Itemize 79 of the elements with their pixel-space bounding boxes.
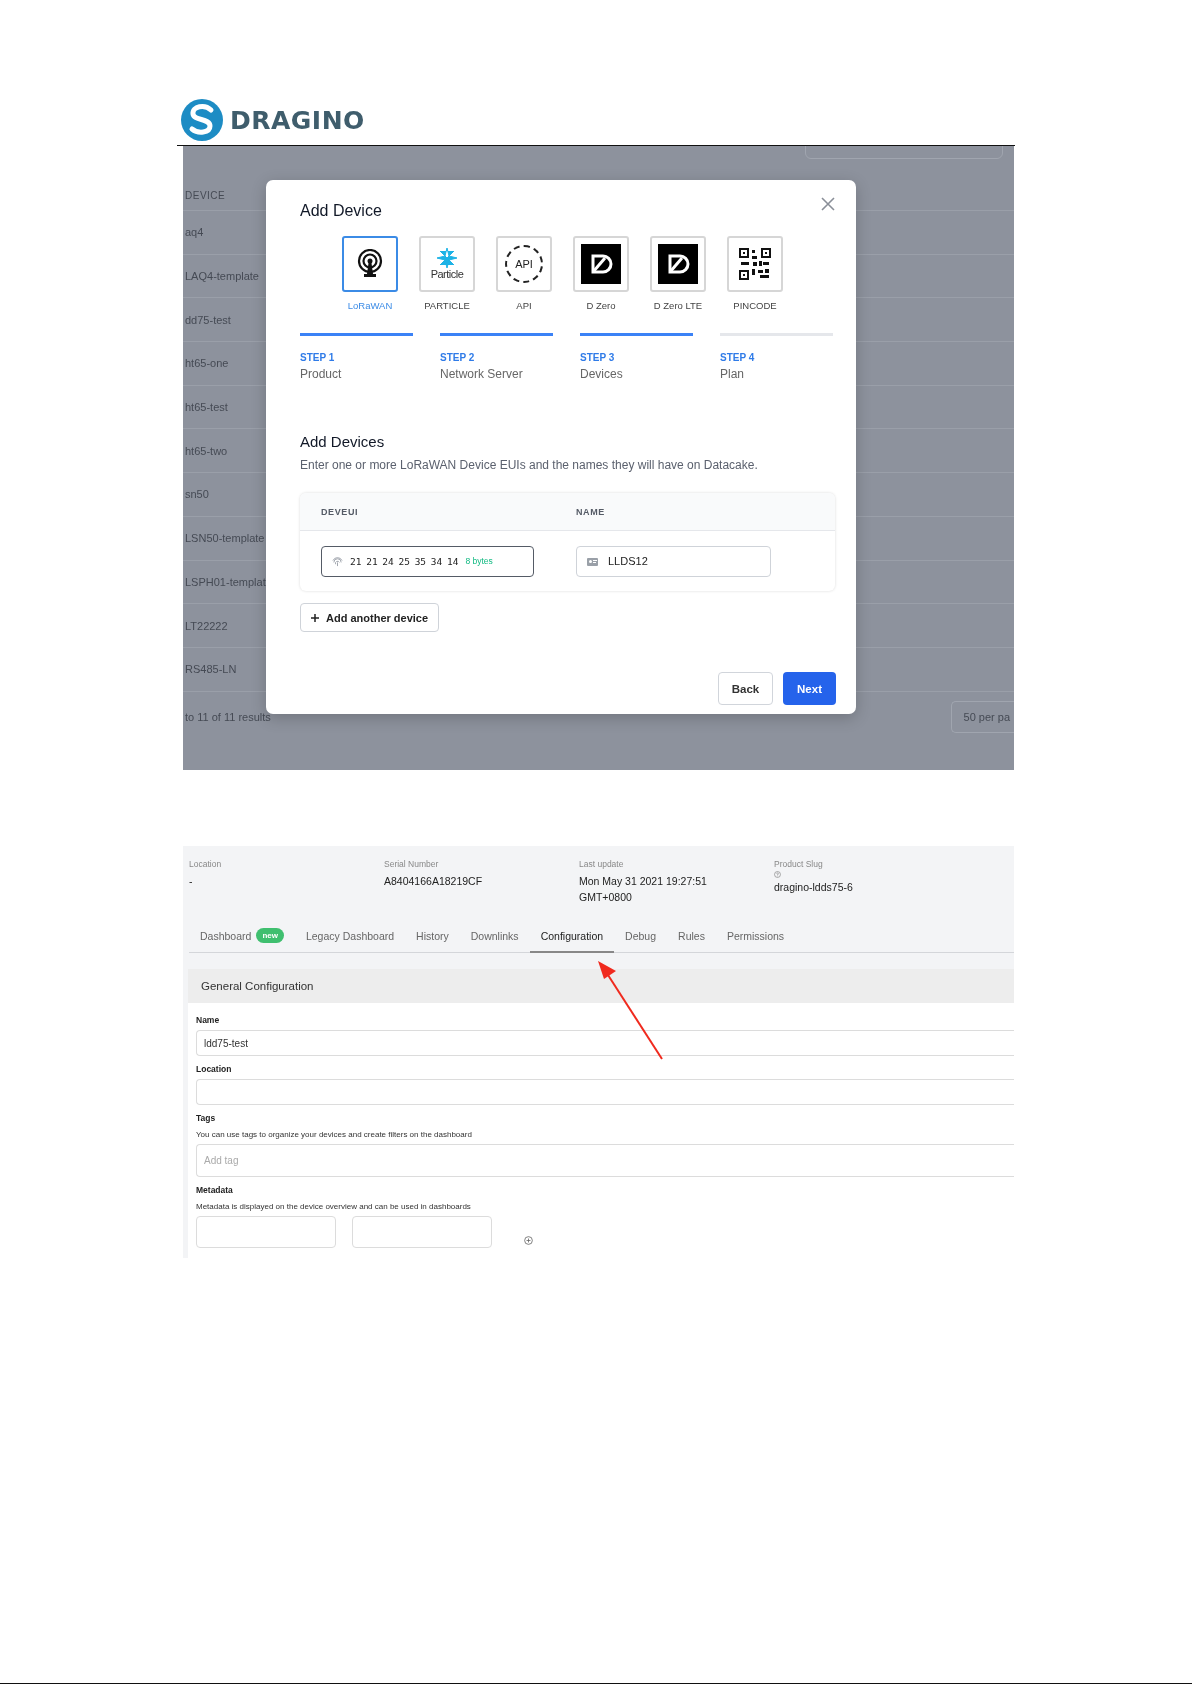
tab[interactable]: Dashboard new xyxy=(189,920,295,953)
device-name: aq4 xyxy=(185,226,204,239)
new-badge: new xyxy=(256,928,284,943)
info-label: Serial Number xyxy=(384,859,440,869)
add-circle-icon[interactable] xyxy=(524,1236,533,1245)
device-name: LAQ4-template xyxy=(185,270,259,283)
d-logo-icon xyxy=(581,244,621,284)
results-count: to 11 of 11 results xyxy=(185,710,271,723)
device-name: LSPH01-templat xyxy=(185,575,266,588)
metadata-key-field[interactable] xyxy=(196,1216,336,1248)
tab[interactable]: Legacy Dashboard xyxy=(294,920,406,953)
deveui-value: 21 21 24 25 35 34 14 xyxy=(350,555,459,567)
column-header: DEVEUI xyxy=(321,506,360,517)
field-hint: Metadata is displayed on the device overview and can be used in dashboards xyxy=(196,1202,472,1211)
step-number: STEP 1 xyxy=(300,352,336,363)
metadata-value-field[interactable] xyxy=(352,1216,492,1248)
section-description: Enter one or more LoRaWAN Device EUIs and the names they will have on Datacake. xyxy=(300,458,759,472)
close-icon xyxy=(820,196,836,212)
logo-text: DRAGINO xyxy=(230,105,365,135)
dialog-title: Add Device xyxy=(300,202,382,220)
gear-icon: API xyxy=(505,245,543,283)
column-header: NAME xyxy=(576,506,606,517)
step-label: Product xyxy=(300,367,343,381)
step-label: Devices xyxy=(580,367,624,381)
field-hint: You can use tags to organize your devices and create filters on the dashboard xyxy=(196,1130,473,1139)
close-button[interactable] xyxy=(820,196,836,212)
tab[interactable]: Downlinks xyxy=(459,920,530,953)
step-number: STEP 4 xyxy=(720,352,756,363)
device-name: ht65-two xyxy=(185,444,228,457)
step-number: STEP 2 xyxy=(440,352,476,363)
device-name: dd75-test xyxy=(185,313,231,326)
info-value: Mon May 31 2021 19:27:51 GMT+0800 xyxy=(579,874,708,905)
tab[interactable]: Permissions xyxy=(715,920,796,953)
qr-code-icon xyxy=(739,248,771,280)
deveui-field[interactable]: 21 21 24 25 35 34 14 8 bytes xyxy=(321,545,534,577)
card-title: General Configuration xyxy=(201,980,314,992)
info-label: Product Slug xyxy=(774,859,824,869)
info-value: dragino-ldds75-6 xyxy=(774,880,854,895)
device-name: LSN50-template xyxy=(185,532,265,545)
field-label: Location xyxy=(196,1064,233,1074)
device-name: RS485-LN xyxy=(185,663,237,676)
step-label: Plan xyxy=(720,367,746,381)
field-placeholder: Add tag xyxy=(204,1155,239,1166)
info-value: - xyxy=(189,874,194,889)
info-label: Last update xyxy=(579,859,625,869)
tab[interactable]: Rules xyxy=(667,920,716,953)
text-field[interactable]: ldd75-test xyxy=(196,1030,1014,1056)
name-value: LLDS12 xyxy=(608,555,648,567)
device-name: sn50 xyxy=(185,488,209,501)
tab[interactable]: Debug xyxy=(614,920,668,953)
add-device-button[interactable]: Add another device xyxy=(300,603,440,632)
tab[interactable]: Configuration xyxy=(529,920,615,953)
d-logo-icon xyxy=(658,244,698,284)
text-field[interactable] xyxy=(196,1079,1014,1105)
plus-icon xyxy=(311,613,319,622)
antenna-icon xyxy=(355,249,385,279)
field-label: Name xyxy=(196,1015,221,1025)
section-title: Add Devices xyxy=(300,433,386,450)
byte-count: 8 bytes xyxy=(465,556,493,566)
tab[interactable]: History xyxy=(405,920,460,953)
step-number: STEP 3 xyxy=(580,352,616,363)
device-name: ht65-one xyxy=(185,357,229,370)
field-label: Tags xyxy=(196,1113,217,1123)
star-icon xyxy=(437,248,457,268)
back-button[interactable]: Back xyxy=(718,672,773,705)
info-value: A8404166A18219CF xyxy=(384,874,484,889)
id-card-icon xyxy=(587,556,598,566)
field-label: Metadata xyxy=(196,1185,234,1195)
info-label: Location xyxy=(189,859,223,869)
name-field[interactable]: LLDS12 xyxy=(576,545,771,577)
step-label: Network Server xyxy=(440,367,524,381)
field-value: ldd75-test xyxy=(204,1037,248,1049)
next-button[interactable]: Next xyxy=(783,672,836,705)
column-header: DEVICE xyxy=(185,190,226,201)
fingerprint-icon xyxy=(332,555,343,567)
device-name: ht65-test xyxy=(185,401,228,414)
device-name: LT22222 xyxy=(185,619,228,632)
particle-logo-text: Particle xyxy=(430,268,464,280)
logo-icon xyxy=(180,98,224,142)
